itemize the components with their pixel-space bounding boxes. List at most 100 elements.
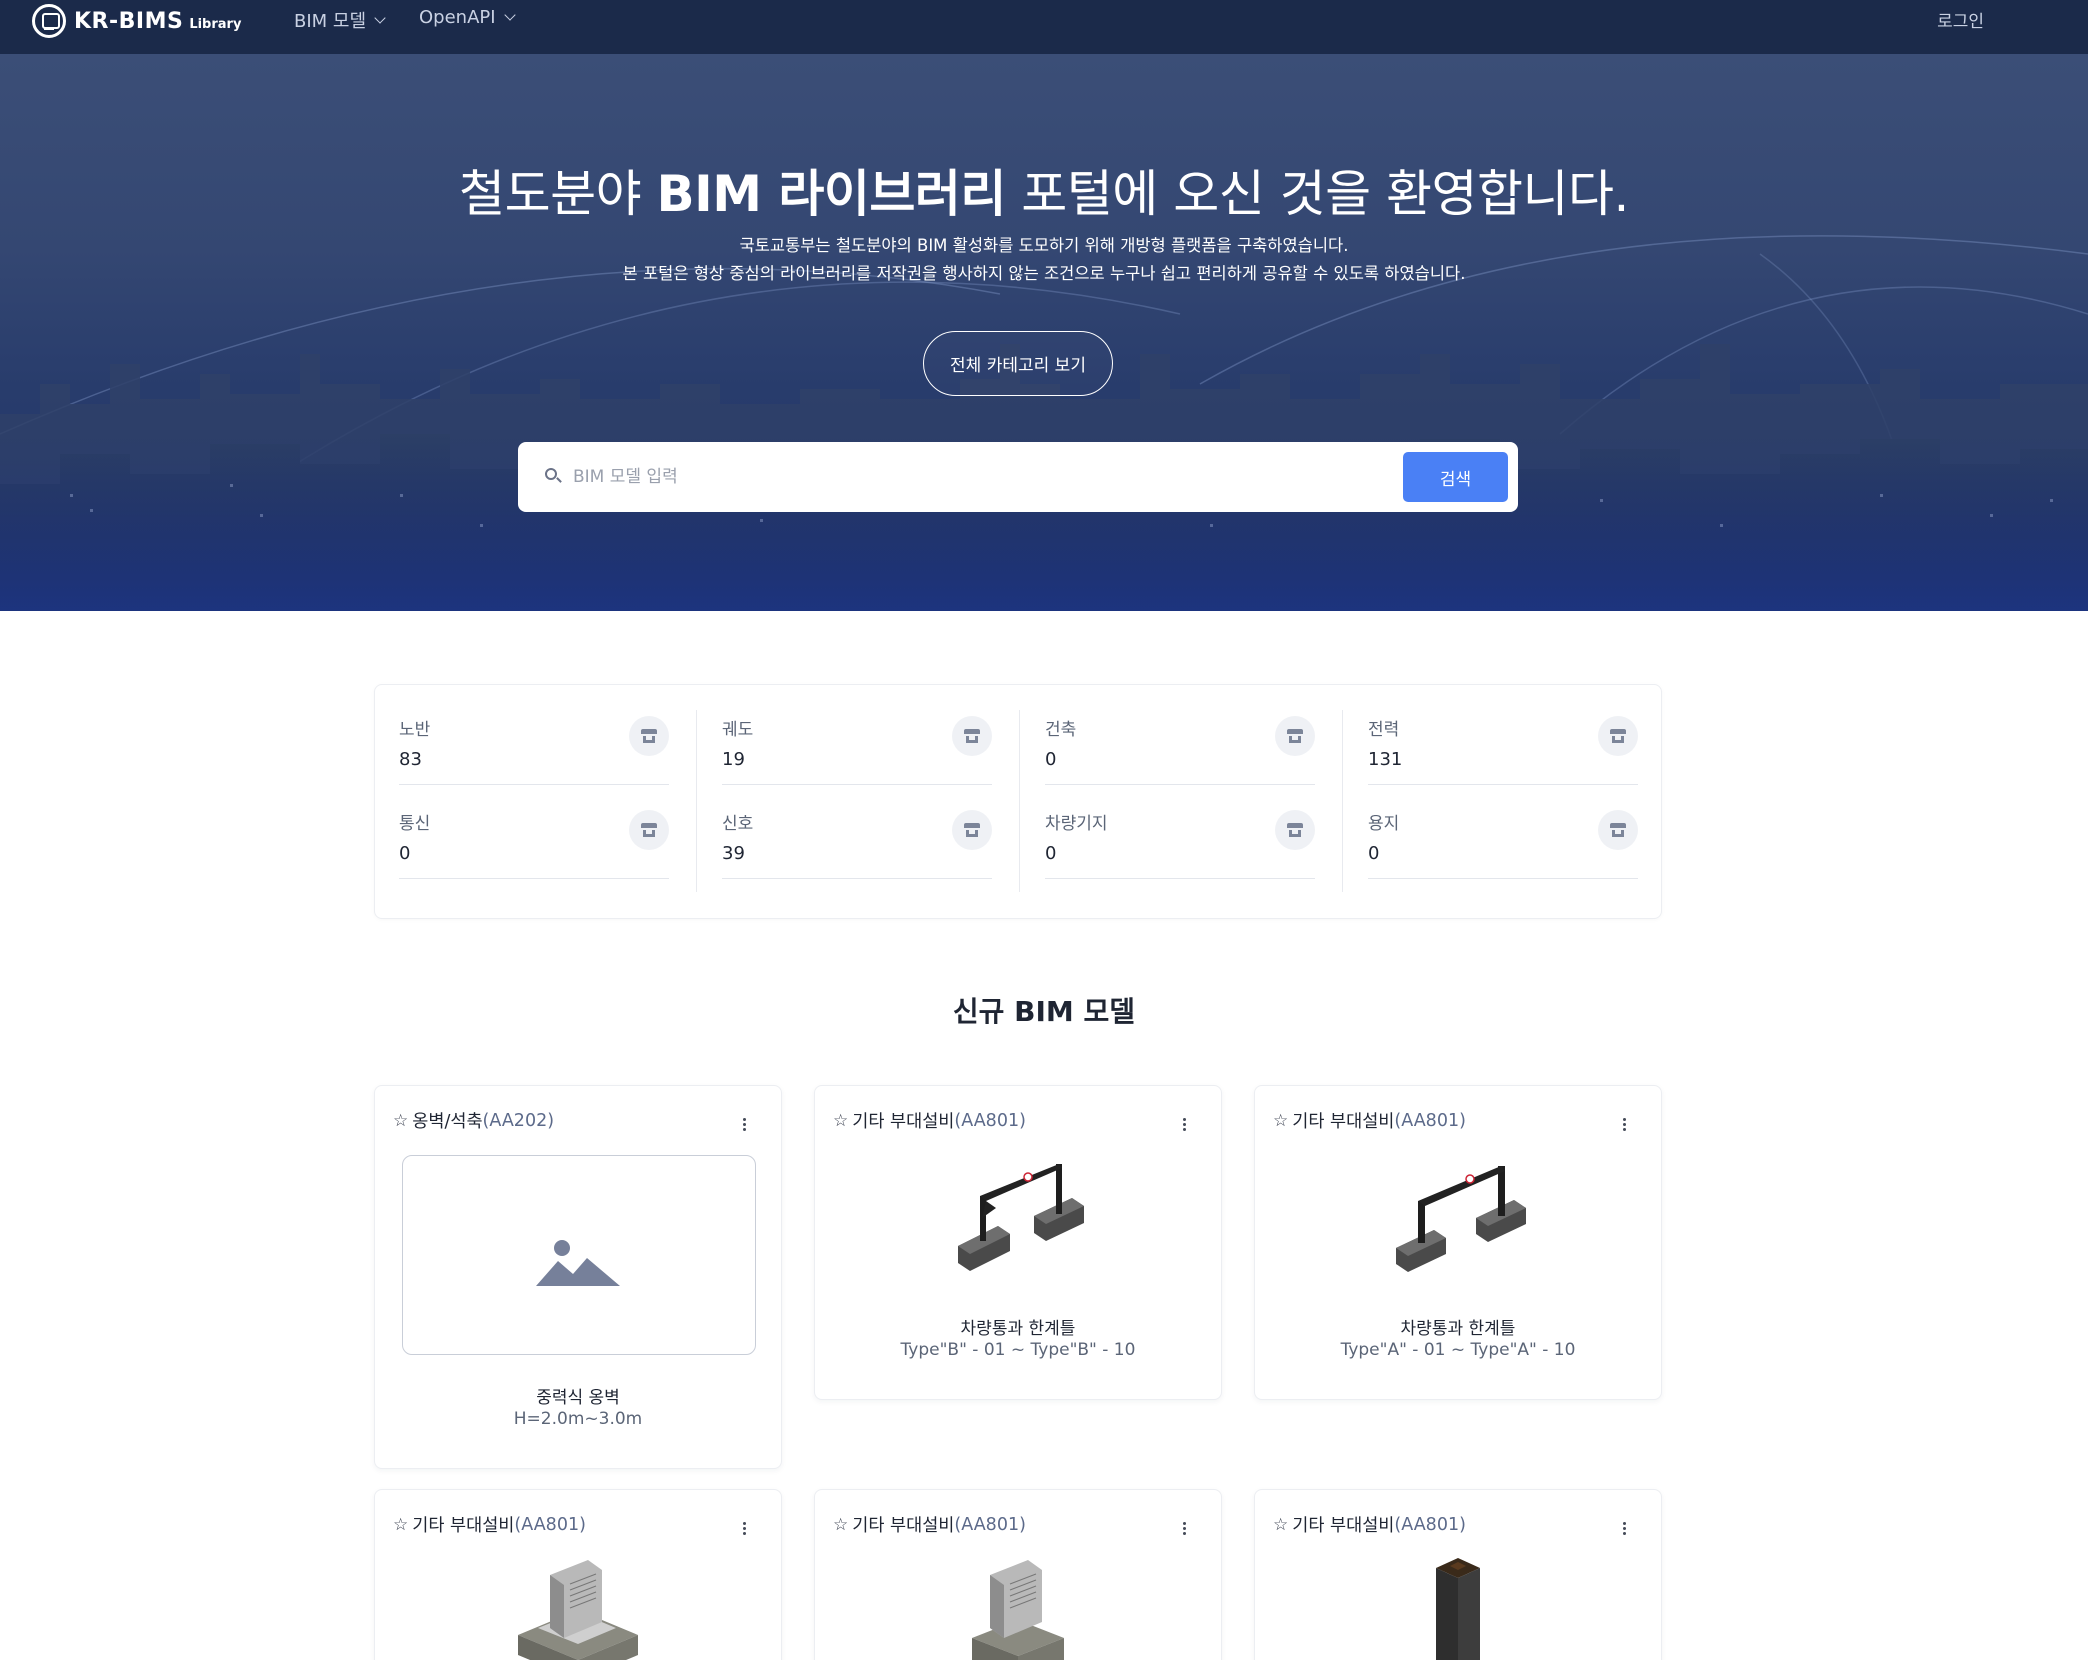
card-category: 기타 부대설비 [1292, 1112, 1395, 1132]
nav-menu-openapi[interactable]: OpenAPI [419, 7, 516, 28]
search-input[interactable] [573, 458, 1393, 496]
card-title: ☆ 옹벽/석축 (AA202) [393, 1108, 554, 1133]
card-model-name: 차량통과 한계틀 [960, 1319, 1076, 1339]
more-options-icon[interactable] [743, 1118, 747, 1134]
star-icon[interactable]: ☆ [833, 1515, 848, 1535]
hero-title: 철도분야 BIM 라이브러리 포털에 오신 것을 환영합니다. [0, 154, 2088, 226]
stat-label: 건축 [1045, 720, 1077, 740]
card-category: 기타 부대설비 [1292, 1516, 1395, 1536]
more-options-icon[interactable] [1623, 1118, 1627, 1134]
stat-label: 전력 [1368, 720, 1400, 740]
card-category: 기타 부대설비 [412, 1516, 515, 1536]
stat-label: 차량기지 [1045, 814, 1108, 834]
view-all-categories-button[interactable]: 전체 카테고리 보기 [923, 331, 1113, 396]
card-code: (AA801) [1394, 1514, 1466, 1535]
card-code: (AA801) [954, 1110, 1026, 1131]
site-logo[interactable]: KR-BIMS Library [32, 3, 241, 39]
stat-card-power[interactable]: 전력 131 [1368, 691, 1638, 785]
building-icon [1598, 810, 1638, 850]
stone-pillar-model [1436, 1558, 1480, 1660]
star-icon[interactable]: ☆ [833, 1111, 848, 1131]
stat-card-roadbed[interactable]: 노반 83 [399, 691, 669, 785]
clearance-gate-model [958, 1164, 1084, 1271]
stat-value: 0 [1045, 843, 1057, 864]
hero-title-bold: BIM 라이브러리 [656, 165, 1007, 223]
card-title: ☆ 기타 부대설비 (AA801) [1273, 1108, 1466, 1133]
card-model-name: 중력식 옹벽 [536, 1388, 620, 1408]
card-code: (AA801) [954, 1514, 1026, 1535]
stat-value: 0 [399, 843, 411, 864]
monument-stone-model [518, 1560, 638, 1660]
image-placeholder-icon [536, 1240, 620, 1286]
star-icon[interactable]: ☆ [393, 1515, 408, 1535]
model-card[interactable]: ☆ 옹벽/석축 (AA202) 중력식 옹벽 H=2.0m~3.0m [374, 1085, 782, 1469]
model-card[interactable]: ☆ 기타 부대설비 (AA801) 차량통과 한계틀 Type"B" - 01 ~… [814, 1085, 1222, 1400]
stat-card-communication[interactable]: 통신 0 [399, 785, 669, 879]
more-options-icon[interactable] [1183, 1118, 1187, 1134]
model-thumbnail [1255, 1550, 1661, 1660]
hero-description-line-1: 국토교통부는 철도분야의 BIM 활성화를 도모하기 위해 개방형 플랫폼을 구… [739, 236, 1349, 255]
stat-label: 신호 [722, 814, 754, 834]
model-thumbnail [1255, 1146, 1661, 1296]
stat-card-signal[interactable]: 신호 39 [722, 785, 992, 879]
column-divider [696, 710, 697, 892]
hero-title-pre: 철도분야 [459, 165, 657, 223]
building-icon [1275, 810, 1315, 850]
building-icon [1275, 716, 1315, 756]
building-icon [1598, 716, 1638, 756]
stat-value: 0 [1368, 843, 1380, 864]
train-logo-icon [32, 4, 66, 38]
stat-card-track[interactable]: 궤도 19 [722, 691, 992, 785]
search-button[interactable]: 검색 [1403, 452, 1508, 502]
card-code: (AA801) [514, 1514, 586, 1535]
search-icon [545, 468, 557, 480]
card-category: 옹벽/석축 [412, 1112, 483, 1132]
star-icon[interactable]: ☆ [1273, 1515, 1288, 1535]
card-title: ☆ 기타 부대설비 (AA801) [1273, 1512, 1466, 1537]
stat-card-depot[interactable]: 차량기지 0 [1045, 785, 1315, 879]
stat-label: 용지 [1368, 814, 1400, 834]
card-model-name: 차량통과 한계틀 [1400, 1319, 1516, 1339]
more-options-icon[interactable] [743, 1522, 747, 1538]
card-model-spec: H=2.0m~3.0m [513, 1409, 643, 1429]
stat-card-architecture[interactable]: 건축 0 [1045, 691, 1315, 785]
stat-value: 83 [399, 749, 422, 770]
chevron-down-icon [503, 9, 516, 21]
stat-card-land[interactable]: 용지 0 [1368, 785, 1638, 879]
model-card[interactable]: ☆ 기타 부대설비 (AA801) [1254, 1489, 1662, 1660]
building-icon [629, 716, 669, 756]
column-divider [1019, 710, 1020, 892]
building-icon [952, 810, 992, 850]
hero-description-line-2: 본 포털은 형상 중심의 라이브러리를 저작권을 행사하지 않는 조건으로 누구… [622, 264, 1466, 283]
nav-menu-bim-model[interactable]: BIM 모델 [294, 7, 386, 33]
stat-value: 19 [722, 749, 745, 770]
nav-menu-label: OpenAPI [419, 7, 496, 28]
more-options-icon[interactable] [1623, 1522, 1627, 1538]
stat-label: 통신 [399, 814, 431, 834]
image-placeholder [402, 1155, 756, 1355]
model-card[interactable]: ☆ 기타 부대설비 (AA801) [814, 1489, 1222, 1660]
star-icon[interactable]: ☆ [393, 1111, 408, 1131]
hero-banner: 철도분야 BIM 라이브러리 포털에 오신 것을 환영합니다. 국토교통부는 철… [0, 54, 2088, 611]
model-thumbnail [815, 1550, 1221, 1660]
model-card[interactable]: ☆ 기타 부대설비 (AA801) 차량통과 한계틀 Type"A" - 01 ~… [1254, 1085, 1662, 1400]
logo-subtext: Library [189, 16, 242, 32]
login-link[interactable]: 로그인 [1937, 7, 1984, 32]
category-stats-panel: 노반 83 궤도 19 건축 0 전력 131 통신 0 신호 39 차량기지 … [374, 684, 1662, 919]
card-code: (AA801) [1394, 1110, 1466, 1131]
stat-value: 39 [722, 843, 745, 864]
card-code: (AA202) [482, 1110, 555, 1131]
stat-label: 노반 [399, 720, 431, 740]
more-options-icon[interactable] [1183, 1522, 1187, 1538]
model-thumbnail [375, 1550, 781, 1660]
clearance-gate-model [1396, 1166, 1526, 1272]
hero-title-post: 포털에 오신 것을 환영합니다. [1005, 165, 1629, 223]
search-bar: 검색 [518, 442, 1518, 512]
column-divider [1342, 710, 1343, 892]
card-category: 기타 부대설비 [852, 1516, 955, 1536]
card-title: ☆ 기타 부대설비 (AA801) [833, 1108, 1026, 1133]
star-icon[interactable]: ☆ [1273, 1111, 1288, 1131]
model-card[interactable]: ☆ 기타 부대설비 (AA801) [374, 1489, 782, 1660]
chevron-down-icon [374, 11, 386, 24]
stat-value: 0 [1045, 749, 1057, 770]
